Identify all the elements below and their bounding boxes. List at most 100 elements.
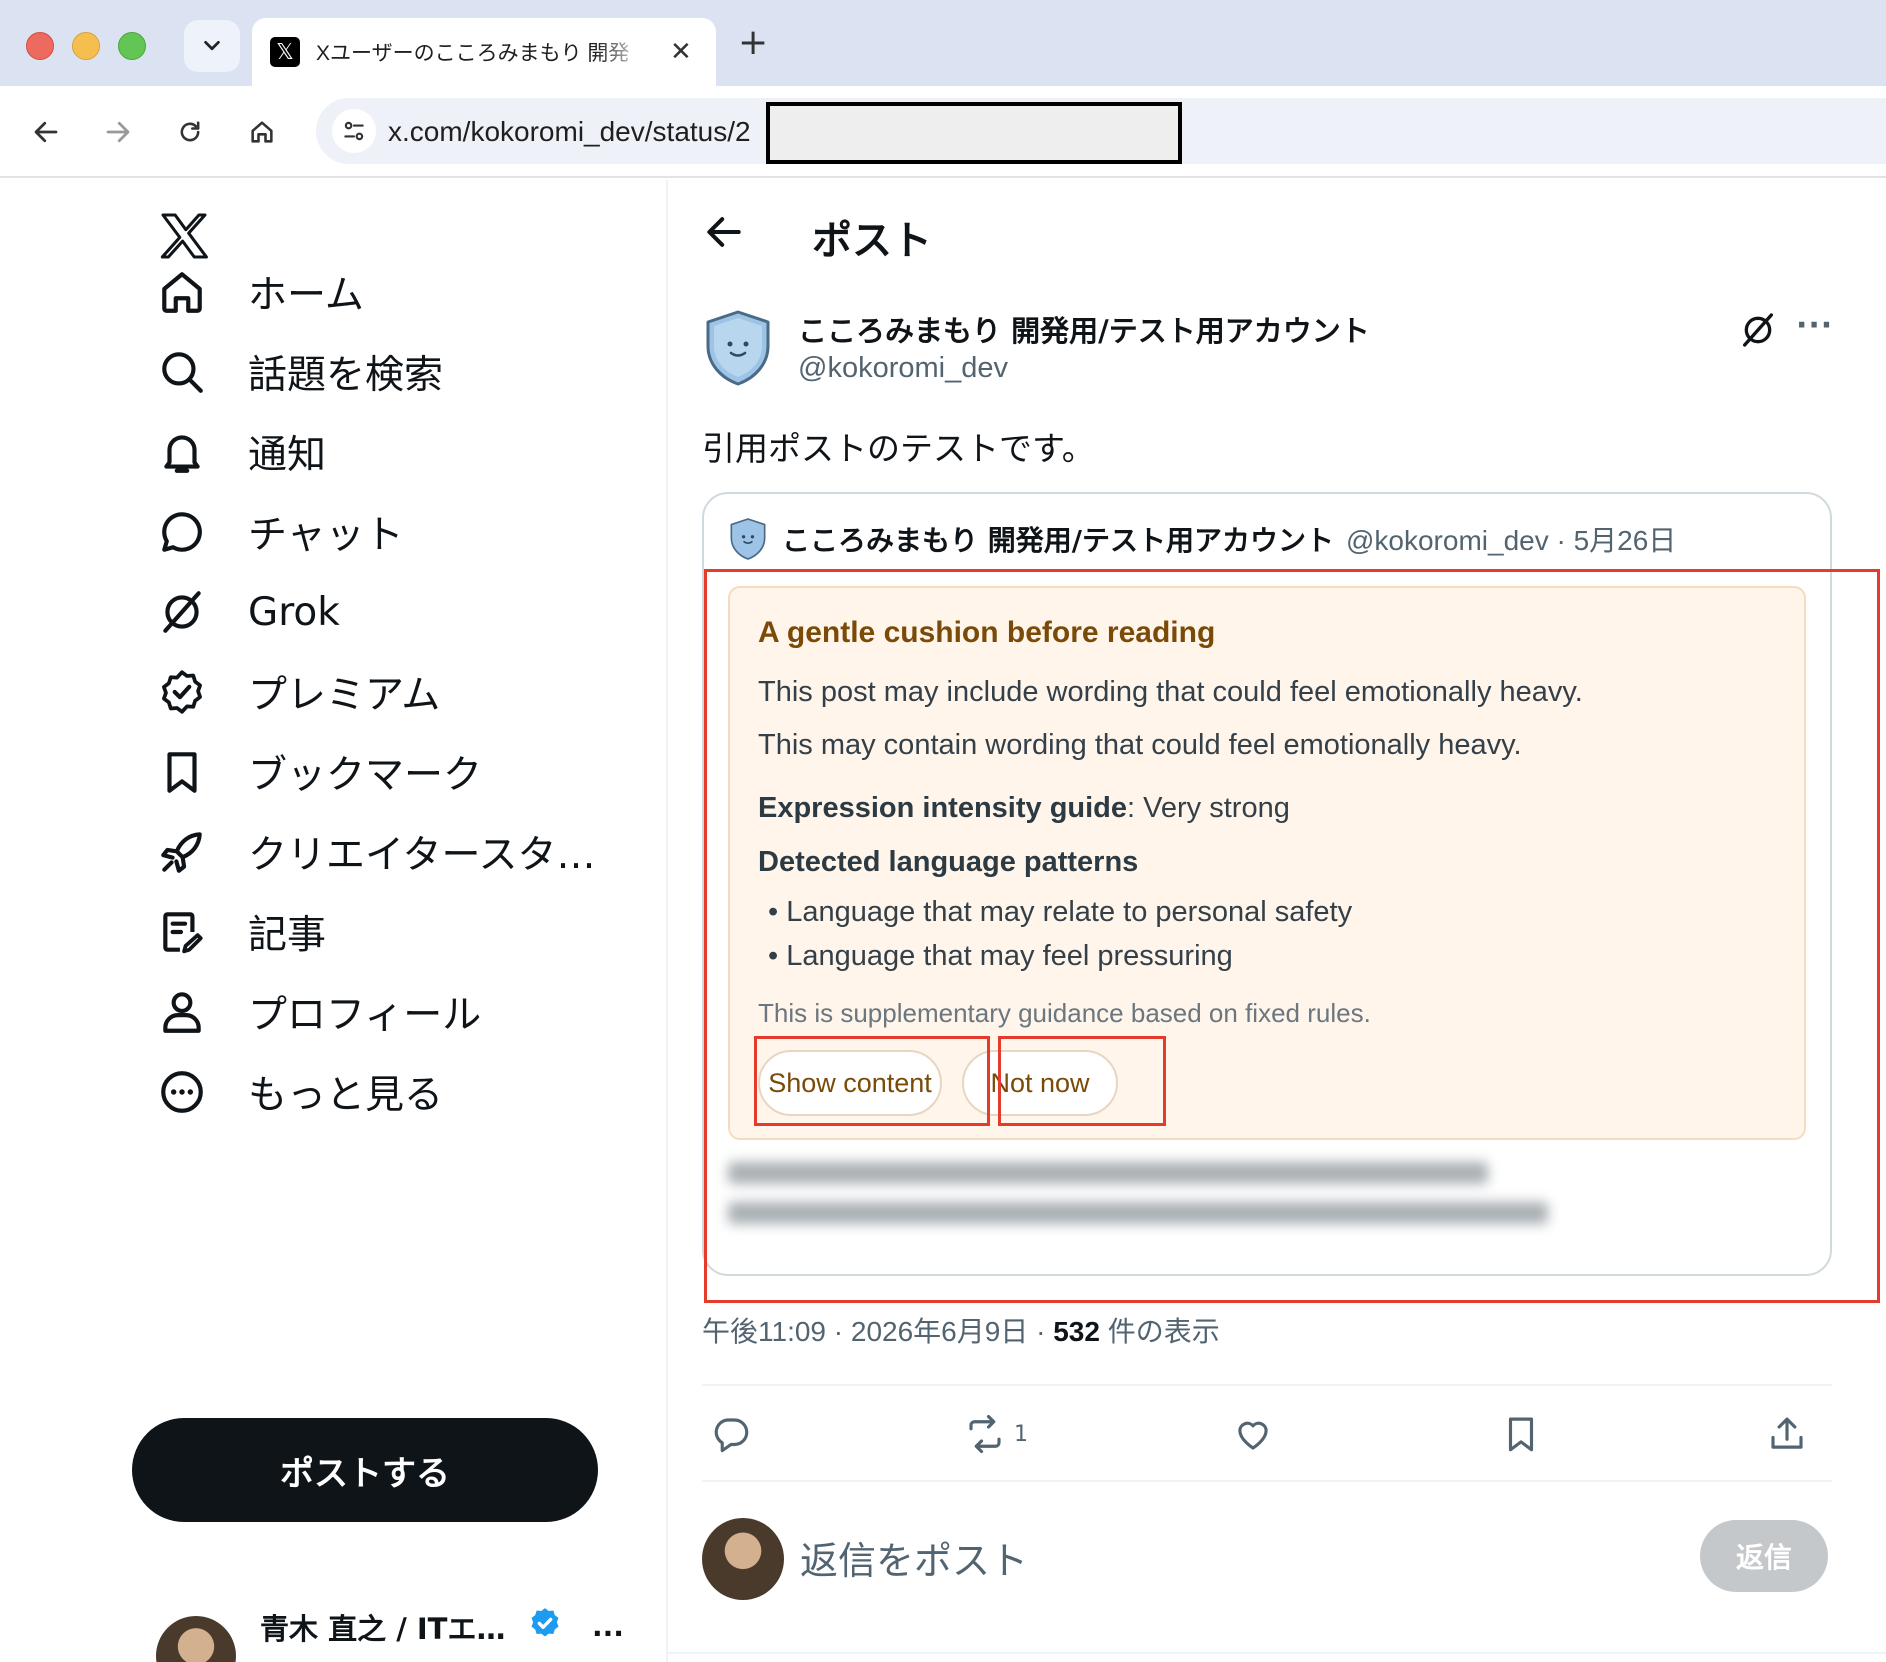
sidebar-item-label: クリエイタースタ… [248, 833, 596, 878]
chat-icon [162, 512, 202, 552]
sidebar-item-chat[interactable]: チャット [152, 496, 404, 568]
window-close-button[interactable] [26, 32, 54, 60]
sidebar-item-label: Grok [248, 589, 340, 635]
shield-avatar-icon[interactable] [702, 308, 774, 388]
reply-icon [714, 1418, 749, 1453]
share-icon [1771, 1417, 1803, 1449]
more-options-icon[interactable]: ··· [1796, 308, 1833, 343]
x-favicon-icon: 𝕏 [270, 37, 300, 67]
arrow-left-icon [34, 121, 58, 143]
repost-icon [969, 1414, 1001, 1454]
verified-badge-icon [531, 1608, 559, 1637]
reload-icon [180, 121, 200, 142]
browser-tab[interactable]: 𝕏 Xユーザーのこころみまもり 開発 ✕ [252, 18, 716, 86]
intensity-guide: Expression intensity guide: Very strong [758, 792, 1290, 825]
cushion-note: This is supplementary guidance based on … [758, 998, 1371, 1028]
divider [668, 1652, 1886, 1654]
sidebar-item-profile[interactable]: プロフィール [152, 976, 481, 1048]
left-sidebar: ホーム 話題を検索 通知 チャット Grok プレミアム ブックマーク クリエイ… [0, 180, 666, 1662]
pattern-item: • Language that may feel pressuring [768, 940, 1233, 972]
share-action[interactable] [1766, 1412, 1808, 1456]
verified-badge-icon [162, 670, 202, 714]
quoted-post-card[interactable]: こころみまもり 開発用/テスト用アカウント @kokoromi_dev · 5月… [702, 492, 1832, 1276]
post-text: 引用ポストのテストです。 [702, 429, 1095, 468]
like-action[interactable] [1232, 1412, 1274, 1456]
content-cushion-panel: A gentle cushion before reading This pos… [728, 586, 1806, 1140]
chevron-down-icon [204, 40, 220, 51]
back-button[interactable] [24, 110, 68, 154]
intensity-label: Expression intensity guide [758, 792, 1128, 824]
sidebar-item-label: もっと見る [248, 1073, 444, 1118]
avatar [156, 1616, 236, 1662]
site-settings-icon[interactable] [332, 109, 376, 153]
search-icon [162, 352, 203, 393]
sidebar-item-more[interactable]: もっと見る [152, 1056, 443, 1128]
account-more-icon[interactable]: ... [592, 1610, 624, 1643]
reload-button[interactable] [168, 110, 212, 154]
article-icon [163, 912, 203, 954]
sidebar-item-label: 話題を検索 [248, 353, 444, 398]
forward-button[interactable] [96, 110, 140, 154]
sidebar-item-creator-studio[interactable]: クリエイタースタ… [152, 816, 596, 888]
sidebar-item-notifications[interactable]: 通知 [152, 416, 326, 488]
reply-button[interactable]: 返信 [1700, 1520, 1828, 1592]
repost-count: 1 [1014, 1421, 1028, 1447]
account-switcher[interactable]: 青木 直之 / ITエ… ... [156, 1606, 636, 1662]
account-name: 青木 直之 / ITエ… [260, 1612, 506, 1646]
redaction-box [766, 102, 1182, 164]
bell-icon [164, 435, 200, 473]
post-timestamp[interactable]: 午後11:09 · 2026年6月9日 · [702, 1316, 1053, 1347]
tab-close-icon[interactable]: ✕ [670, 37, 692, 67]
home-icon [251, 121, 273, 143]
rocket-icon [161, 832, 202, 873]
bookmark-action[interactable] [1500, 1412, 1542, 1456]
home-icon [162, 272, 202, 313]
sidebar-item-explore[interactable]: 話題を検索 [152, 336, 443, 408]
sidebar-item-label: ホーム [248, 273, 364, 318]
sidebar-item-home[interactable]: ホーム [152, 256, 364, 328]
url-text: x.com/kokoromi_dev/status/2 [388, 116, 751, 147]
sidebar-item-label: プレミアム [248, 673, 441, 718]
divider [702, 1384, 1832, 1386]
view-label: 件の表示 [1099, 1316, 1220, 1347]
quoted-handle-date: @kokoromi_dev · 5月26日 [1345, 525, 1677, 556]
pattern-item: • Language that may relate to personal s… [768, 896, 1353, 928]
blurred-post-content [728, 1162, 1588, 1242]
not-now-button[interactable]: Not now [962, 1050, 1118, 1116]
post-actions: 1 [702, 1398, 1832, 1472]
cushion-line-2: This may contain wording that could feel… [758, 729, 1522, 761]
new-tab-icon[interactable]: + [738, 22, 768, 63]
compose-post-button[interactable]: ポストする [132, 1418, 598, 1522]
browser-tab-strip: 𝕏 Xユーザーのこころみまもり 開発 ✕ + [0, 0, 1886, 86]
author-name[interactable]: こころみまもり 開発用/テスト用アカウント [798, 308, 1370, 350]
reply-input[interactable]: 返信をポスト [800, 1530, 1028, 1585]
show-content-button[interactable]: Show content [758, 1050, 942, 1116]
sidebar-item-label: 記事 [248, 913, 327, 958]
author-handle[interactable]: @kokoromi_dev [798, 352, 1008, 385]
sidebar-item-articles[interactable]: 記事 [152, 896, 326, 968]
bookmark-icon [167, 752, 197, 793]
post-meta: 午後11:09 · 2026年6月9日 · 532 件の表示 [702, 1310, 1220, 1350]
repost-action[interactable]: 1 [964, 1412, 1028, 1456]
sidebar-item-premium[interactable]: プレミアム [152, 656, 440, 728]
view-count: 532 [1053, 1316, 1100, 1347]
sidebar-item-bookmarks[interactable]: ブックマーク [152, 736, 482, 808]
intensity-value: : Very strong [1127, 792, 1290, 824]
home-button[interactable] [240, 110, 284, 154]
sidebar-item-label: プロフィール [248, 993, 482, 1038]
cushion-title: A gentle cushion before reading [758, 616, 1216, 649]
back-arrow-icon[interactable] [702, 210, 746, 254]
window-minimize-button[interactable] [72, 32, 100, 60]
sidebar-item-label: ブックマーク [248, 753, 483, 798]
heart-icon [1238, 1421, 1268, 1450]
tab-title: Xユーザーのこころみまもり 開発 [316, 42, 630, 65]
tab-search-button[interactable] [184, 20, 240, 72]
grok-icon[interactable] [1738, 310, 1778, 350]
reply-action[interactable] [710, 1412, 752, 1456]
main-column: ポスト こころみまもり 開発用/テスト用アカウント @kokoromi_dev … [668, 180, 1886, 1662]
sidebar-item-grok[interactable]: Grok [152, 576, 340, 648]
window-zoom-button[interactable] [118, 32, 146, 60]
grok-icon [163, 591, 201, 633]
cushion-line-1: This post may include wording that could… [758, 676, 1583, 708]
divider [702, 1480, 1832, 1482]
